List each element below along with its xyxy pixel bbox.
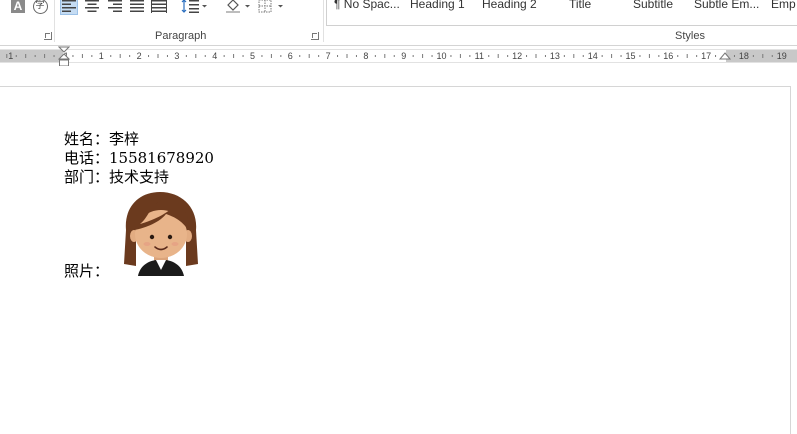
borders-icon (258, 0, 283, 13)
avatar-photo[interactable] (120, 190, 202, 276)
ruler-label-10: 10 (436, 51, 446, 61)
enclose-characters-icon: 字 (32, 0, 48, 14)
group-divider (54, 0, 55, 42)
ruler-track: 1123456789101112131415161718191 (0, 49, 797, 63)
ruler-label-13: 13 (550, 51, 560, 61)
style-heading-2[interactable]: Heading 2 (482, 0, 537, 11)
indent-markers[interactable] (58, 46, 70, 68)
borders-button[interactable] (257, 0, 285, 15)
align-right-icon (108, 0, 122, 12)
shading-button[interactable] (224, 0, 252, 15)
photo-label[interactable]: 照片： (64, 262, 109, 281)
shading-bucket-icon (226, 0, 250, 13)
style-emphasis[interactable]: Emp (771, 0, 796, 11)
phone-line[interactable]: 电话：15581678920 (64, 149, 214, 168)
font-dialog-launcher-icon[interactable] (44, 32, 52, 40)
horizontal-ruler[interactable]: 1123456789101112131415161718191 (0, 46, 797, 68)
ruler-label-7: 7 (326, 51, 331, 61)
group-divider (323, 0, 324, 42)
align-left-button[interactable] (60, 0, 78, 15)
ruler-label-11: 11 (475, 51, 484, 61)
line-spacing-icon (181, 0, 207, 13)
ruler-label-12: 12 (512, 51, 522, 61)
distributed-icon (151, 0, 167, 13)
ruler-label-15: 15 (625, 51, 635, 61)
ruler-label-8: 8 (363, 51, 368, 61)
ruler-label-4: 4 (212, 51, 217, 61)
align-center-button[interactable] (83, 0, 101, 15)
align-right-button[interactable] (106, 0, 124, 15)
ribbon: A 字 Paragraph ¶ No Spac... Heading 1 Hea… (0, 0, 797, 46)
ruler-label-17: 17 (701, 51, 711, 61)
style-subtitle[interactable]: Subtitle (633, 0, 673, 11)
ruler-ticks: 1123456789101112131415161718191 (6, 51, 787, 61)
ruler-label-16: 16 (663, 51, 673, 61)
style-no-spacing[interactable]: ¶ No Spac... (334, 0, 400, 11)
ruler-label-3: 3 (174, 51, 179, 61)
ruler-label-left-outer: 1 (8, 51, 13, 61)
justify-button[interactable] (128, 0, 146, 15)
line-spacing-button[interactable] (180, 0, 208, 15)
ruler-label-1: 1 (99, 51, 104, 61)
style-subtle-emphasis[interactable]: Subtle Em... (694, 0, 759, 11)
department-line[interactable]: 部门：技术支持 (64, 168, 169, 187)
page-top-edge (0, 86, 790, 87)
ruler-label-5: 5 (250, 51, 255, 61)
name-line[interactable]: 姓名：李梓 (64, 130, 139, 149)
ruler-label-18: 18 (739, 51, 749, 61)
align-left-icon (62, 0, 76, 12)
paragraph-group-label: Paragraph (155, 30, 207, 42)
ruler-label-9: 9 (401, 51, 406, 61)
text-effects-button[interactable]: A (9, 0, 27, 15)
distributed-button[interactable] (150, 0, 168, 15)
paragraph-dialog-launcher-icon[interactable] (311, 32, 319, 40)
enclose-characters-button[interactable]: 字 (31, 0, 49, 15)
ruler-label-6: 6 (288, 51, 293, 61)
text-effects-icon: A (11, 0, 25, 13)
page-right-edge (790, 86, 791, 434)
styles-group-label: Styles (675, 30, 705, 42)
ruler-label-14: 14 (588, 51, 598, 61)
ruler-label-19: 19 (777, 51, 787, 61)
ruler-label-2: 2 (137, 51, 142, 61)
right-indent-marker[interactable] (719, 52, 731, 62)
justify-icon (130, 0, 144, 12)
align-center-icon (85, 0, 99, 12)
style-heading-1[interactable]: Heading 1 (410, 0, 465, 11)
style-title[interactable]: Title (569, 0, 591, 11)
